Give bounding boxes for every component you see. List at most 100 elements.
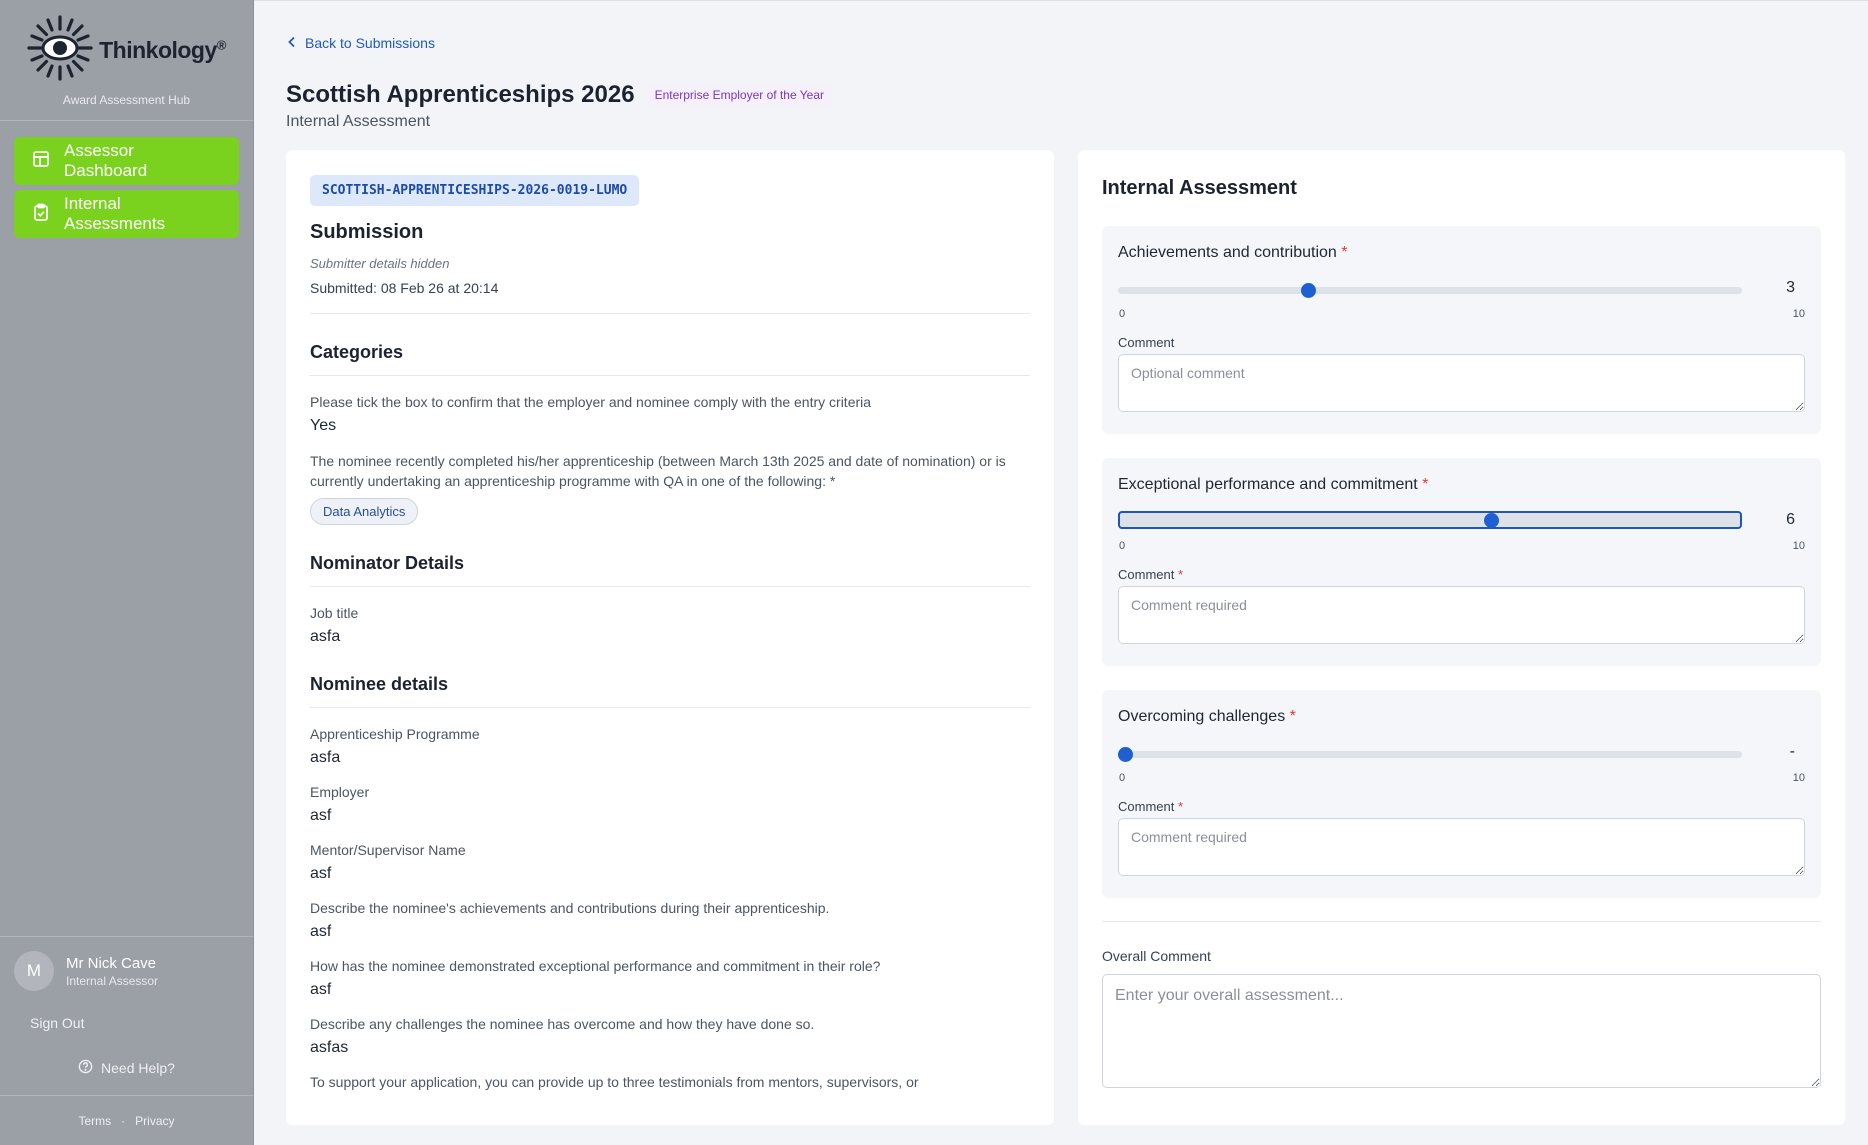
assessment-card: Internal Assessment Achievements and con…	[1078, 150, 1845, 1125]
sidebar: Thinkology® Award Assessment Hub Assesso…	[0, 0, 254, 1145]
score-slider[interactable]	[1118, 747, 1742, 762]
sidebar-nav: Assessor Dashboard Internal Assessments	[0, 121, 253, 259]
field-label: Job title	[310, 605, 359, 621]
comment-input[interactable]	[1118, 818, 1805, 876]
nominee-field: Describe the nominee's achievements and …	[310, 898, 1030, 941]
field-label: How has the nominee demonstrated excepti…	[310, 958, 881, 974]
comment-label: Comment *	[1118, 799, 1184, 814]
user-profile[interactable]: M Mr Nick Cave Internal Assessor	[0, 936, 253, 1003]
score-value: -	[1789, 743, 1795, 760]
field-value: asf	[310, 865, 332, 882]
main-content: Back to Submissions Scottish Apprentices…	[254, 0, 1868, 1145]
score-value: 6	[1786, 511, 1795, 528]
comment-input[interactable]	[1118, 586, 1805, 644]
score-value: 3	[1786, 279, 1795, 296]
dashboard-icon	[32, 150, 50, 173]
field-label: Please tick the box to confirm that the …	[310, 394, 872, 410]
field-value: asf	[310, 807, 332, 824]
legal-links: Terms · Privacy	[0, 1095, 253, 1145]
privacy-link[interactable]: Privacy	[135, 1114, 174, 1128]
field-label: The nominee recently completed his/her a…	[310, 453, 1006, 489]
nominee-heading: Nominee details	[310, 674, 1030, 708]
scale-min-label: 0	[1119, 308, 1126, 320]
back-to-submissions-link[interactable]: Back to Submissions	[287, 35, 435, 51]
back-label: Back to Submissions	[305, 35, 435, 51]
overall-comment-label: Overall Comment	[1102, 948, 1211, 964]
comment-label: Comment *	[1118, 567, 1184, 582]
field-value: asf	[310, 923, 332, 940]
brand: Thinkology® Award Assessment Hub	[0, 0, 253, 121]
sun-eye-logo-icon	[27, 14, 93, 86]
submitted-date: Submitted: 08 Feb 26 at 20:14	[310, 280, 1030, 314]
field-label: To support your application, you can pro…	[310, 1074, 919, 1090]
nominee-field: Describe any challenges the nominee has …	[310, 1014, 1030, 1057]
field-apprenticeship-programme: The nominee recently completed his/her a…	[310, 451, 1030, 525]
score-slider[interactable]	[1118, 283, 1742, 298]
comment-input[interactable]	[1118, 354, 1805, 412]
nominator-heading: Nominator Details	[310, 553, 1030, 587]
scale-max-label: 10	[1792, 308, 1805, 320]
nominee-field: Mentor/Supervisor Name asf	[310, 840, 1030, 883]
category-tag: Data Analytics	[310, 498, 419, 525]
nominee-field: Apprenticeship Programme asfa	[310, 724, 1030, 767]
criterion-title: Achievements and contribution *	[1118, 244, 1348, 261]
field-job-title: Job title asfa	[310, 603, 1030, 646]
slider-thumb[interactable]	[1301, 283, 1316, 298]
field-label: Describe any challenges the nominee has …	[310, 1016, 815, 1032]
chevron-left-icon	[287, 35, 297, 51]
criterion-challenges: Overcoming challenges * - 0 10 Comment *	[1102, 690, 1821, 898]
terms-link[interactable]: Terms	[78, 1114, 111, 1128]
divider	[1102, 921, 1821, 922]
criterion-achievements: Achievements and contribution * 3 0 10 C…	[1102, 226, 1821, 434]
user-role: Internal Assessor	[66, 973, 159, 988]
overall-comment-input[interactable]	[1102, 974, 1821, 1088]
score-slider[interactable]	[1118, 511, 1742, 529]
scale-max-label: 10	[1792, 540, 1805, 552]
nav-internal-assessments[interactable]: Internal Assessments	[14, 190, 239, 238]
scale-min-label: 0	[1119, 540, 1126, 552]
criterion-performance: Exceptional performance and commitment *…	[1102, 458, 1821, 666]
field-label: Employer	[310, 784, 370, 800]
sidebar-footer: M Mr Nick Cave Internal Assessor Sign Ou…	[0, 936, 253, 1145]
brand-subtitle: Award Assessment Hub	[62, 93, 191, 107]
submission-reference: SCOTTISH-APPRENTICESHIPS-2026-0019-LUMO	[310, 175, 640, 206]
submitter-note: Submitter details hidden	[310, 256, 450, 271]
category-badge: Enterprise Employer of the Year	[646, 84, 832, 106]
criterion-title: Exceptional performance and commitment *	[1118, 476, 1429, 493]
field-entry-criteria: Please tick the box to confirm that the …	[310, 392, 1030, 435]
criterion-title: Overcoming challenges *	[1118, 708, 1296, 725]
assessment-heading: Internal Assessment	[1102, 177, 1297, 199]
help-circle-icon	[78, 1059, 93, 1077]
submission-heading: Submission	[310, 221, 424, 243]
nominee-field: Employer asf	[310, 782, 1030, 825]
slider-thumb[interactable]	[1484, 513, 1499, 528]
logo[interactable]: Thinkology®	[0, 14, 253, 86]
need-help-link[interactable]: Need Help?	[0, 1031, 253, 1095]
need-help-label: Need Help?	[101, 1060, 175, 1076]
field-value: asfas	[310, 1039, 349, 1056]
user-name: Mr Nick Cave	[66, 954, 157, 972]
field-label: Describe the nominee's achievements and …	[310, 900, 830, 916]
field-value: asf	[310, 981, 332, 998]
logo-text: Thinkology®	[99, 36, 226, 63]
comment-label: Comment	[1118, 335, 1175, 350]
submission-card: SCOTTISH-APPRENTICESHIPS-2026-0019-LUMO …	[286, 150, 1054, 1125]
nominee-field: To support your application, you can pro…	[310, 1072, 1030, 1092]
field-label: Apprenticeship Programme	[310, 726, 480, 742]
nav-label: Internal Assessments	[64, 194, 166, 233]
page-subtitle: Internal Assessment	[286, 113, 431, 130]
title-row: Scottish Apprenticeships 2026 Enterprise…	[286, 81, 832, 109]
clipboard-check-icon	[32, 203, 50, 226]
sign-out-link[interactable]: Sign Out	[0, 1003, 253, 1031]
avatar: M	[14, 951, 54, 991]
nav-label: Assessor Dashboard	[64, 141, 148, 180]
field-value: Yes	[310, 417, 337, 434]
field-value: asfa	[310, 628, 341, 645]
field-value: asfa	[310, 749, 341, 766]
slider-thumb[interactable]	[1118, 747, 1133, 762]
page-title: Scottish Apprenticeships 2026	[286, 81, 635, 108]
nominee-field: How has the nominee demonstrated excepti…	[310, 956, 1030, 999]
scale-min-label: 0	[1119, 772, 1126, 784]
nav-assessor-dashboard[interactable]: Assessor Dashboard	[14, 137, 239, 185]
categories-heading: Categories	[310, 342, 1030, 376]
